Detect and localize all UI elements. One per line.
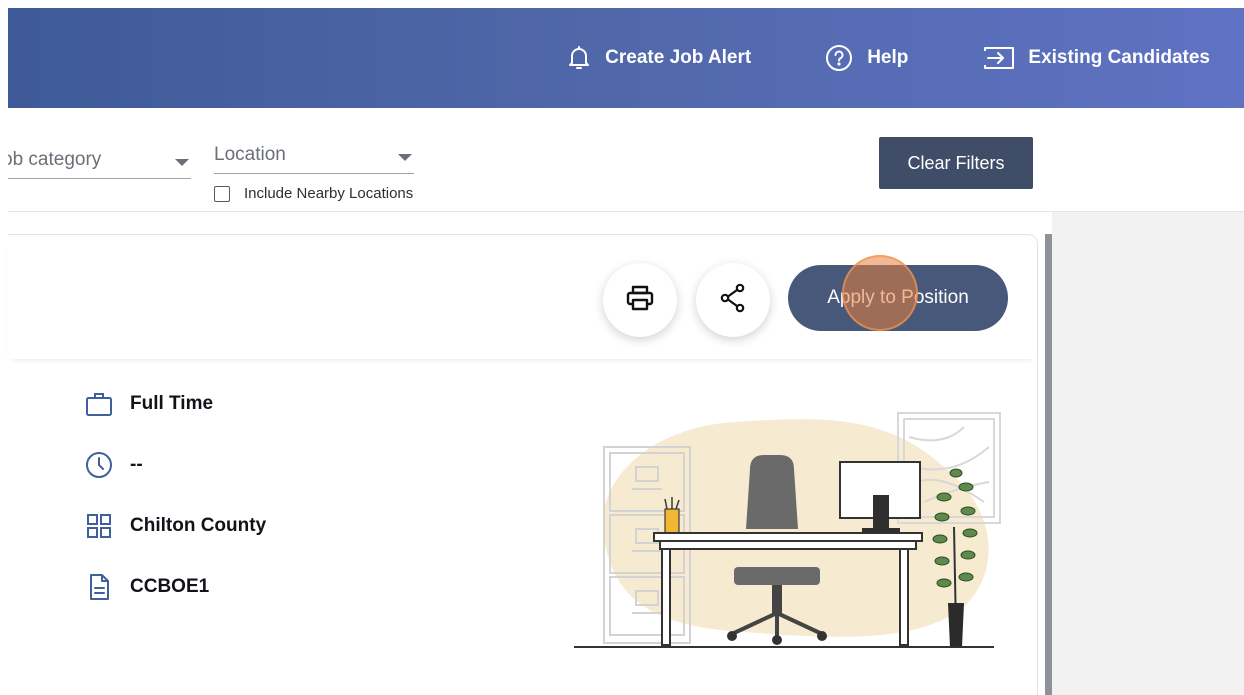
- printer-icon: [625, 284, 655, 317]
- detail-requisition-id: CCBOE1: [84, 572, 266, 602]
- help-label: Help: [867, 47, 909, 68]
- share-icon: [719, 283, 747, 318]
- top-navigation-bar: Create Job Alert Help Existing Candidate…: [8, 8, 1244, 108]
- checkbox-box[interactable]: [214, 185, 230, 202]
- print-button[interactable]: [603, 263, 677, 337]
- chevron-down-icon: [398, 154, 412, 161]
- existing-candidates-label: Existing Candidates: [1028, 47, 1210, 68]
- share-button[interactable]: [696, 263, 770, 337]
- include-nearby-label: Include Nearby Locations: [244, 185, 414, 202]
- detail-schedule: --: [84, 450, 266, 480]
- location-value: Location: [214, 144, 286, 165]
- detail-text: --: [130, 454, 143, 475]
- grid-icon: [84, 511, 114, 541]
- job-details-list: Full Time -- Chilton County CCBOE1: [84, 389, 266, 633]
- apply-to-position-button[interactable]: Apply to Position: [788, 265, 1008, 331]
- clock-icon: [84, 450, 114, 480]
- detail-employment-type: Full Time: [84, 389, 266, 419]
- detail-text: Chilton County: [130, 515, 267, 536]
- location-select[interactable]: Location: [214, 138, 414, 174]
- job-category-value: ob category: [8, 149, 102, 170]
- side-panel-background: [1052, 212, 1244, 695]
- clear-filters-button[interactable]: Clear Filters: [879, 137, 1033, 189]
- include-nearby-checkbox[interactable]: Include Nearby Locations: [214, 185, 413, 202]
- briefcase-icon: [84, 389, 114, 419]
- detail-location: Chilton County: [84, 511, 266, 541]
- existing-candidates-link[interactable]: Existing Candidates: [982, 44, 1210, 72]
- detail-text: Full Time: [130, 393, 214, 414]
- help-circle-icon: [825, 44, 853, 72]
- create-job-alert-link[interactable]: Create Job Alert: [565, 44, 751, 72]
- bell-icon: [565, 44, 593, 72]
- document-icon: [84, 572, 114, 602]
- job-card-header: Apply to Position: [8, 235, 1037, 359]
- sign-in-icon: [982, 44, 1016, 72]
- filter-bar: ob category Location Include Nearby Loca…: [8, 108, 1244, 212]
- vertical-scrollbar[interactable]: [1045, 234, 1052, 695]
- job-detail-card: Apply to Position Full Time -- Chilton C…: [8, 234, 1038, 695]
- create-job-alert-label: Create Job Alert: [605, 47, 752, 68]
- detail-text: CCBOE1: [130, 576, 210, 597]
- chevron-down-icon: [175, 159, 189, 166]
- help-link[interactable]: Help: [825, 44, 908, 72]
- office-desk-illustration: [564, 407, 1004, 653]
- job-category-select[interactable]: ob category: [8, 143, 191, 179]
